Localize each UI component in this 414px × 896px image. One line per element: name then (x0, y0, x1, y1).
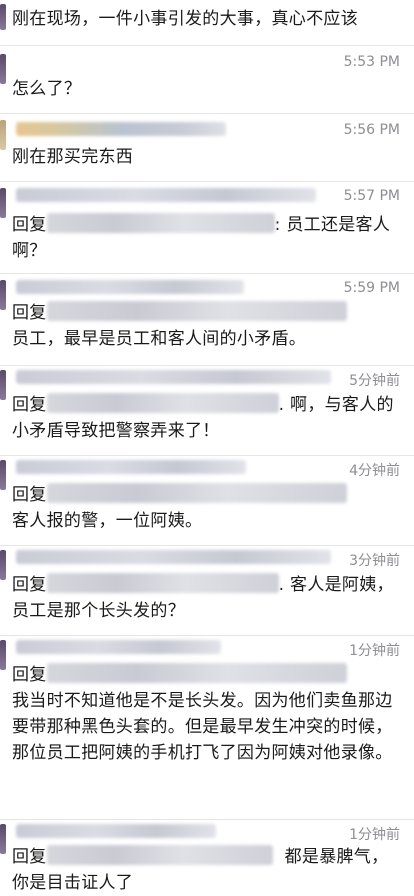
blurred-username[interactable] (46, 213, 275, 233)
username-blurred[interactable] (16, 550, 331, 564)
avatar[interactable] (0, 824, 6, 854)
username-blurred[interactable] (16, 460, 246, 474)
blurred-username[interactable] (46, 301, 347, 321)
message-time: 1分钟前 (349, 643, 400, 659)
message-text: 怎么了？ (12, 79, 82, 99)
message-time: 5:59 PM (343, 280, 400, 296)
message-text: 回复: 员工还是客人啊？ (12, 213, 391, 261)
message-text: 回复 客人报的警，一位阿姨。 (12, 482, 402, 534)
reply-prefix: 回复 (12, 575, 47, 595)
message-text: 回复 员工，最早是员工和客人间的小矛盾。 (12, 300, 402, 352)
message-time: 5:53 PM (343, 54, 400, 70)
avatar[interactable] (0, 370, 6, 400)
message-time: 5:57 PM (343, 188, 400, 204)
blurred-username[interactable] (46, 483, 347, 503)
message-item[interactable]: 3分钟前 回复. 客人是阿姨，员工是那个长头发的？ (0, 546, 414, 634)
message-item[interactable]: 5分钟前 回复. 啊，与客人的小矛盾导致把警察弄来了！ (0, 366, 414, 454)
message-text: 回复. 客人是阿姨，员工是那个长头发的？ (12, 573, 394, 621)
message-item[interactable]: 1分钟前 回复 我当时不知道他是不是长头发。因为他们卖鱼那边要带那种黑色头套的。但… (0, 636, 414, 818)
reply-prefix: 回复 (12, 395, 47, 415)
username-blurred[interactable] (16, 122, 226, 136)
message-text: 回复. 啊，与客人的小矛盾导致把警察弄来了！ (12, 393, 394, 441)
message-time: 5分钟前 (349, 373, 400, 389)
reply-prefix: 回复 (12, 303, 47, 323)
reply-prefix: 回复 (12, 847, 47, 867)
message-time: 3分钟前 (349, 553, 400, 569)
avatar[interactable] (0, 550, 6, 580)
blurred-username[interactable] (46, 845, 273, 865)
username-blurred[interactable] (16, 640, 221, 654)
message-item[interactable]: 5:57 PM 回复: 员工还是客人啊？ (0, 182, 414, 272)
username-blurred[interactable] (16, 280, 244, 294)
avatar[interactable] (0, 640, 6, 670)
message-item[interactable]: 刚在现场，一件小事引发的大事，真心不应该 (0, 0, 414, 44)
reply-prefix: 回复 (12, 485, 47, 505)
message-item[interactable]: 4分钟前 回复 客人报的警，一位阿姨。 (0, 456, 414, 544)
avatar[interactable] (0, 54, 6, 84)
message-item[interactable]: 1分钟前 回复 都是暴脾气，你是目击证人了 (0, 820, 414, 893)
reply-prefix: 回复 (12, 665, 47, 685)
avatar[interactable] (0, 4, 6, 30)
blurred-username[interactable] (46, 663, 347, 683)
message-text: 刚在现场，一件小事引发的大事，真心不应该 (12, 9, 358, 29)
message-item[interactable]: 5:59 PM 回复 员工，最早是员工和客人间的小矛盾。 (0, 274, 414, 364)
avatar[interactable] (0, 280, 6, 310)
blurred-username[interactable] (46, 393, 279, 413)
reply-prefix: 回复 (12, 215, 47, 235)
message-time: 4分钟前 (349, 463, 400, 479)
message-time: 1分钟前 (349, 827, 400, 843)
message-time: 5:56 PM (343, 122, 400, 138)
message-text: 刚在那买完东西 (12, 147, 134, 167)
username-blurred[interactable] (16, 824, 216, 838)
message-item[interactable]: 5:53 PM 怎么了？ (0, 46, 414, 112)
message-item[interactable]: 5:56 PM 刚在那买完东西 (0, 114, 414, 180)
avatar[interactable] (0, 120, 6, 150)
avatar[interactable] (0, 188, 6, 218)
username-blurred[interactable] (16, 188, 316, 202)
username-blurred[interactable] (16, 370, 331, 384)
message-text: 回复 我当时不知道他是不是长头发。因为他们卖鱼那边要带那种黑色头套的。但是最早发生… (12, 663, 393, 763)
blurred-username[interactable] (46, 573, 279, 593)
avatar[interactable] (0, 460, 6, 490)
